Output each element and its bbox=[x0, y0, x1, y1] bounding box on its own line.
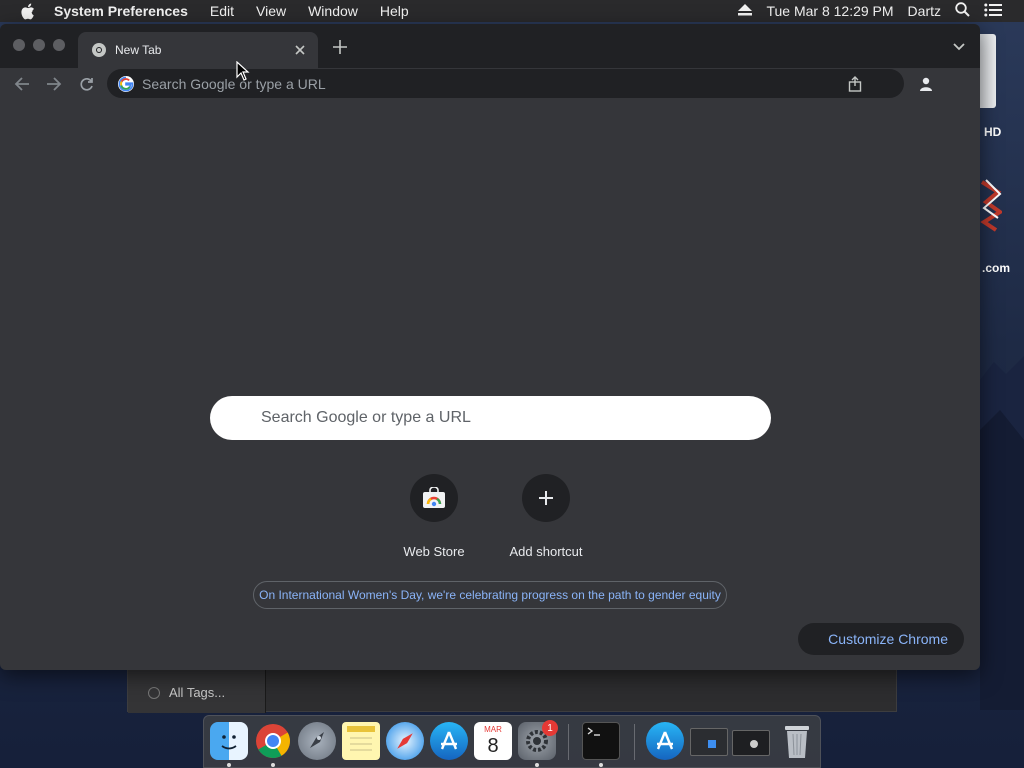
customize-chrome-button[interactable]: Customize Chrome bbox=[798, 623, 964, 655]
window-minimize-button[interactable] bbox=[33, 39, 45, 51]
menu-edit[interactable]: Edit bbox=[210, 3, 234, 19]
desktop-file-label: .com bbox=[982, 261, 1011, 275]
app-store-folder-dock-icon[interactable] bbox=[646, 722, 684, 760]
chrome-favicon-icon bbox=[92, 43, 106, 57]
calendar-dock-icon[interactable]: MAR 8 bbox=[474, 722, 512, 760]
tab-new-tab[interactable]: New Tab bbox=[78, 32, 318, 68]
tag-circle-icon bbox=[148, 686, 160, 699]
finder-dock-icon[interactable] bbox=[210, 722, 248, 760]
ntp-search-box[interactable]: Search Google or type a URL bbox=[210, 396, 771, 440]
terminal-dock-icon[interactable] bbox=[582, 722, 620, 760]
chrome-window: New Tab Search Google or type a URL Sear… bbox=[0, 24, 980, 670]
plus-icon bbox=[539, 491, 553, 505]
shortcut-label: Add shortcut bbox=[509, 544, 583, 559]
app-store-dock-icon[interactable] bbox=[430, 722, 468, 760]
add-shortcut-tile-circle bbox=[522, 474, 570, 522]
launchpad-dock-icon[interactable] bbox=[298, 722, 336, 760]
window-close-button[interactable] bbox=[13, 39, 25, 51]
finder-running-dot bbox=[227, 763, 231, 767]
apple-menu-icon[interactable] bbox=[20, 3, 36, 20]
trash-icon[interactable] bbox=[778, 722, 816, 760]
tab-strip: New Tab bbox=[0, 24, 980, 68]
mouse-cursor-icon bbox=[236, 61, 250, 81]
web-store-tile-circle bbox=[410, 474, 458, 522]
tab-search-chevron-icon[interactable] bbox=[952, 40, 966, 54]
shortcut-web-store[interactable]: Web Store bbox=[378, 472, 490, 562]
dock: MAR 8 1 bbox=[203, 715, 821, 768]
new-tab-button[interactable] bbox=[330, 38, 350, 58]
menubar-user[interactable]: Dartz bbox=[908, 3, 941, 19]
menubar-clock[interactable]: Tue Mar 8 12:29 PM bbox=[766, 3, 893, 19]
finder-sidebar: All Tags... bbox=[128, 669, 266, 713]
google-g-icon bbox=[118, 75, 134, 92]
calendar-month: MAR bbox=[484, 725, 502, 734]
dock-separator bbox=[634, 724, 635, 760]
notification-badge: 1 bbox=[542, 720, 558, 736]
macos-menu-bar: System Preferences Edit View Window Help… bbox=[0, 0, 1024, 22]
reload-icon[interactable] bbox=[76, 74, 96, 94]
ntp-search-placeholder: Search Google or type a URL bbox=[261, 409, 471, 426]
wallpaper-mountains bbox=[980, 356, 1024, 710]
window-zoom-button[interactable] bbox=[53, 39, 65, 51]
notes-dock-icon[interactable] bbox=[342, 722, 380, 760]
screenshot-thumbnail-icon[interactable] bbox=[732, 730, 770, 756]
menu-app-name[interactable]: System Preferences bbox=[54, 3, 188, 19]
chrome-dock-icon[interactable] bbox=[254, 722, 292, 760]
profile-avatar-icon[interactable] bbox=[914, 72, 938, 96]
web-store-icon bbox=[423, 487, 445, 508]
shortcut-label: Web Store bbox=[403, 544, 465, 559]
sidebar-item-all-tags[interactable]: All Tags... bbox=[148, 685, 225, 700]
share-icon[interactable] bbox=[848, 76, 862, 92]
screenshot-thumbnail-icon[interactable] bbox=[690, 728, 728, 756]
forward-arrow-icon[interactable] bbox=[44, 74, 64, 94]
tab-close-icon[interactable] bbox=[292, 42, 308, 58]
terminal-running-dot bbox=[599, 763, 603, 767]
calendar-day: 8 bbox=[487, 735, 499, 757]
hard-drive-label: HD bbox=[984, 125, 1002, 139]
spotlight-search-icon[interactable] bbox=[955, 2, 970, 20]
chrome-running-dot bbox=[271, 763, 275, 767]
back-arrow-icon[interactable] bbox=[12, 74, 32, 94]
all-tags-label: All Tags... bbox=[169, 685, 226, 700]
tab-title: New Tab bbox=[115, 43, 162, 57]
menu-view[interactable]: View bbox=[256, 3, 286, 19]
menu-window[interactable]: Window bbox=[308, 3, 358, 19]
eject-icon[interactable] bbox=[738, 3, 753, 19]
dock-separator bbox=[568, 724, 569, 760]
safari-dock-icon[interactable] bbox=[386, 722, 424, 760]
finder-window: All Tags... bbox=[127, 668, 897, 713]
menu-help[interactable]: Help bbox=[380, 3, 409, 19]
doodle-promo-link[interactable]: On International Women's Day, we're cele… bbox=[253, 581, 727, 609]
browser-toolbar: Search Google or type a URL bbox=[0, 68, 980, 100]
omnibox[interactable]: Search Google or type a URL bbox=[107, 69, 904, 98]
notification-center-icon[interactable] bbox=[984, 3, 1002, 20]
shortcut-add[interactable]: Add shortcut bbox=[490, 472, 602, 562]
desktop-logo-icon[interactable] bbox=[978, 178, 1002, 232]
omnibox-placeholder: Search Google or type a URL bbox=[142, 75, 326, 92]
system-preferences-running-dot bbox=[535, 763, 539, 767]
